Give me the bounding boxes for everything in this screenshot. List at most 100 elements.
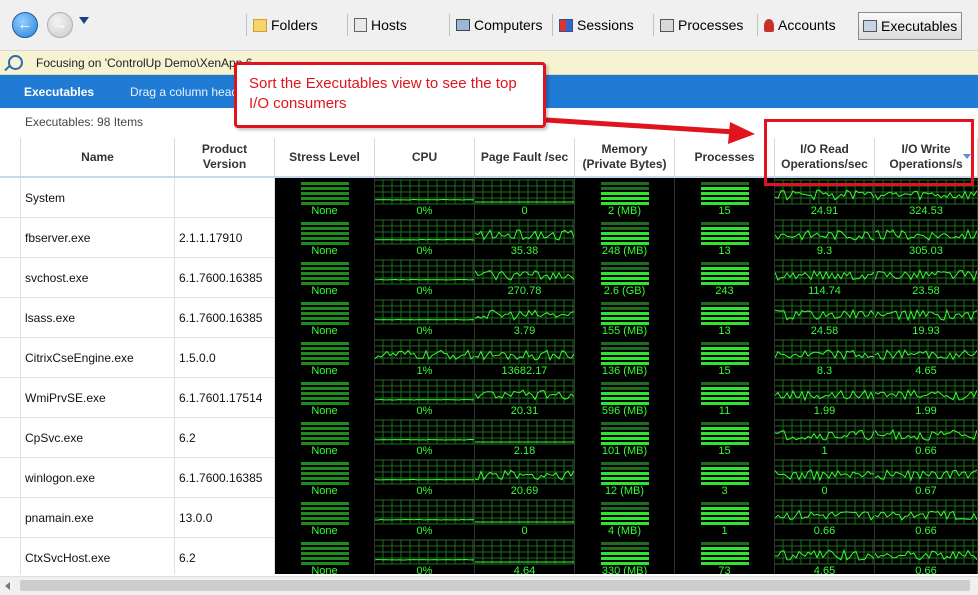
stress-bar bbox=[301, 197, 349, 200]
io-columns-highlight bbox=[764, 119, 974, 186]
level-bar bbox=[701, 317, 749, 320]
column-header-processes[interactable]: Processes bbox=[675, 138, 775, 178]
cell-name: lsass.exe bbox=[21, 298, 175, 338]
graph-value: 11 bbox=[675, 405, 774, 417]
graph-value: 0.67 bbox=[875, 485, 977, 497]
table-row[interactable]: CtxSvcHost.exe6.2None0%4.64330 (MB)734.6… bbox=[0, 538, 978, 574]
table-row[interactable]: WmiPrvSE.exe6.1.7601.17514None0%20.31596… bbox=[0, 378, 978, 418]
cell-version: 6.2 bbox=[175, 538, 275, 574]
graph-value: 0% bbox=[375, 285, 474, 297]
graph-cell-pagefault: 3.79 bbox=[475, 298, 575, 338]
level-bar bbox=[601, 397, 649, 400]
graph-cell-pagefault: 0 bbox=[475, 498, 575, 538]
column-header-stress[interactable]: Stress Level bbox=[275, 138, 375, 178]
tab-folders[interactable]: Folders bbox=[253, 12, 318, 38]
stress-bar bbox=[301, 422, 349, 425]
level-bar bbox=[601, 392, 649, 395]
graph-value: 4 (MB) bbox=[575, 525, 674, 537]
level-bar bbox=[701, 547, 749, 550]
level-bar bbox=[701, 472, 749, 475]
stress-bar bbox=[301, 237, 349, 240]
table-row[interactable]: pnamain.exe13.0.0None0%04 (MB)10.660.66 bbox=[0, 498, 978, 538]
graph-value: 13 bbox=[675, 245, 774, 257]
column-header-cpu[interactable]: CPU bbox=[375, 138, 475, 178]
tab-executables[interactable]: Executables bbox=[858, 12, 962, 40]
horizontal-scrollbar[interactable] bbox=[0, 576, 978, 595]
tab-processes[interactable]: Processes bbox=[660, 12, 743, 38]
cell-version: 1.5.0.0 bbox=[175, 338, 275, 378]
column-header-memory[interactable]: Memory (Private Bytes) bbox=[575, 138, 675, 178]
level-bar bbox=[601, 262, 649, 265]
cell-version: 6.1.7600.16385 bbox=[175, 458, 275, 498]
tab-separator bbox=[653, 14, 654, 36]
table-row[interactable]: lsass.exe6.1.7600.16385None0%3.79155 (MB… bbox=[0, 298, 978, 338]
level-bar bbox=[601, 547, 649, 550]
history-dropdown-icon[interactable] bbox=[79, 17, 89, 24]
graph-value: 8.3 bbox=[775, 365, 874, 377]
forward-button[interactable]: → bbox=[47, 12, 73, 38]
row-indicator[interactable] bbox=[0, 498, 21, 538]
tab-accounts[interactable]: Accounts bbox=[764, 12, 836, 38]
hosts-icon bbox=[354, 18, 367, 32]
graph-value: 0 bbox=[775, 485, 874, 497]
table-row[interactable]: CitrixCseEngine.exe1.5.0.0None1%13682.17… bbox=[0, 338, 978, 378]
graph-cell-pagefault: 0 bbox=[475, 178, 575, 218]
row-indicator[interactable] bbox=[0, 178, 21, 218]
tab-sessions[interactable]: Sessions bbox=[559, 12, 634, 38]
row-indicator[interactable] bbox=[0, 378, 21, 418]
row-indicator[interactable] bbox=[0, 298, 21, 338]
column-header-label: Stress Level bbox=[289, 150, 360, 165]
column-header-pagefault[interactable]: Page Fault /sec bbox=[475, 138, 575, 178]
tab-hosts[interactable]: Hosts bbox=[354, 12, 407, 38]
table-row[interactable]: CpSvc.exe6.2None0%2.18101 (MB)1510.66 bbox=[0, 418, 978, 458]
level-bar bbox=[701, 427, 749, 430]
scrollbar-thumb[interactable] bbox=[20, 580, 970, 591]
stress-bar bbox=[301, 507, 349, 510]
level-bar bbox=[601, 352, 649, 355]
graph-cell-processes: 15 bbox=[675, 178, 775, 218]
sparkline bbox=[375, 280, 474, 281]
graph-value: None bbox=[275, 485, 374, 497]
row-indicator[interactable] bbox=[0, 538, 21, 574]
tab-separator bbox=[347, 14, 348, 36]
tab-computers[interactable]: Computers bbox=[456, 12, 542, 38]
level-bar bbox=[701, 182, 749, 185]
graph-value: 13 bbox=[675, 325, 774, 337]
main-toolbar: ← → Folders Hosts Computers Sessions Pro… bbox=[0, 0, 978, 51]
graph-value: 114.74 bbox=[775, 285, 874, 297]
graph-cell-memory: 155 (MB) bbox=[575, 298, 675, 338]
graph-cell-cpu: 0% bbox=[375, 498, 475, 538]
scroll-left-icon[interactable] bbox=[5, 582, 10, 590]
column-header-version[interactable]: Product Version bbox=[175, 138, 275, 178]
stress-bar bbox=[301, 547, 349, 550]
row-indicator[interactable] bbox=[0, 218, 21, 258]
level-bar bbox=[701, 462, 749, 465]
table-row[interactable]: fbserver.exe2.1.1.17910None0%35.38248 (M… bbox=[0, 218, 978, 258]
level-bar bbox=[601, 317, 649, 320]
row-indicator[interactable] bbox=[0, 418, 21, 458]
back-button[interactable]: ← bbox=[12, 12, 38, 38]
stress-bar bbox=[301, 192, 349, 195]
table-row[interactable]: winlogon.exe6.1.7600.16385None0%20.6912 … bbox=[0, 458, 978, 498]
level-bar bbox=[601, 387, 649, 390]
level-bar bbox=[701, 307, 749, 310]
sparkline bbox=[375, 440, 474, 441]
graph-cell-memory: 2 (MB) bbox=[575, 178, 675, 218]
level-bar bbox=[701, 392, 749, 395]
level-bar bbox=[601, 467, 649, 470]
table-row[interactable]: svchost.exe6.1.7600.16385None0%270.782.6… bbox=[0, 258, 978, 298]
stress-bar bbox=[301, 342, 349, 345]
graph-cell-processes: 13 bbox=[675, 298, 775, 338]
row-indicator[interactable] bbox=[0, 258, 21, 298]
row-indicator[interactable] bbox=[0, 458, 21, 498]
graph-cell-cpu: 0% bbox=[375, 378, 475, 418]
column-header-name[interactable]: Name bbox=[21, 138, 175, 178]
row-indicator[interactable] bbox=[0, 338, 21, 378]
graph-value: 1.99 bbox=[775, 405, 874, 417]
graph-value: 136 (MB) bbox=[575, 365, 674, 377]
level-bar bbox=[701, 422, 749, 425]
graph-value: 73 bbox=[675, 565, 774, 574]
graph-value: 24.58 bbox=[775, 325, 874, 337]
graph-cell-stress: None bbox=[275, 458, 375, 498]
graph-value: 12 (MB) bbox=[575, 485, 674, 497]
